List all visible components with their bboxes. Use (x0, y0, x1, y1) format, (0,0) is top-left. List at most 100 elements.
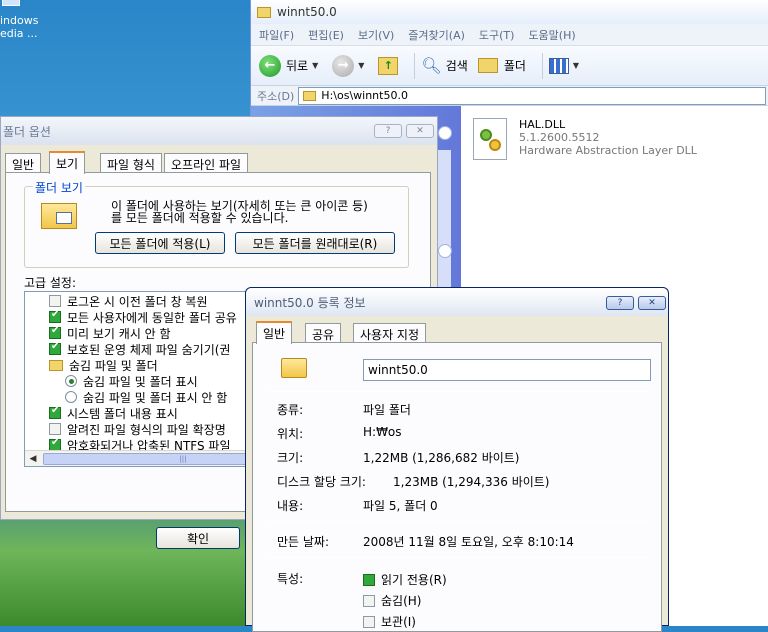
views-button[interactable]: ▼ (548, 57, 583, 74)
location-label: 위치: (277, 427, 304, 441)
folder-name-field[interactable]: winnt50.0 (363, 359, 651, 381)
close-icon[interactable]: ✕ (638, 296, 666, 310)
folder-icon (257, 6, 271, 18)
setting-restore-folders[interactable]: 로그온 시 이전 폴더 창 복원 (49, 293, 263, 309)
scroll-thumb[interactable]: ||| (43, 453, 263, 465)
setting-label: 시스템 폴더 내용 표시 (67, 406, 178, 421)
views-icon (548, 57, 569, 74)
setting-label: 숨김 파일 및 폴더 표시 (83, 374, 198, 389)
setting-shared-folders[interactable]: 모든 사용자에게 동일한 폴더 공유 (49, 309, 263, 325)
tab-view[interactable]: 보기 (49, 151, 86, 174)
contents-label: 내용: (277, 499, 304, 513)
disk-size-label: 디스크 할당 크기: (277, 475, 366, 489)
created-value: 2008년 11월 8일 토요일, 오후 8:10:14 (363, 535, 574, 549)
tab-offline-files[interactable]: 오프라인 파일 (164, 153, 249, 173)
created-label: 만든 날짜: (277, 535, 330, 549)
radio-button[interactable] (65, 375, 77, 387)
menu-tools[interactable]: 도구(T) (479, 27, 515, 43)
menu-edit[interactable]: 편집(E) (308, 27, 344, 43)
horizontal-scrollbar[interactable]: ◀ ||| (25, 450, 263, 466)
archive-label: 보관(I) (381, 615, 416, 629)
radio-button[interactable] (65, 391, 77, 403)
address-label: 주소(D) (257, 89, 295, 103)
address-folder-icon (303, 90, 317, 101)
folder-icon (281, 358, 307, 378)
tab-customize[interactable]: 사용자 지정 (353, 323, 427, 343)
menu-favorites[interactable]: 즐겨찾기(A) (408, 27, 465, 43)
task-pane-expand-icon[interactable] (438, 126, 452, 140)
toolbar-separator (414, 52, 416, 79)
back-dropdown-icon[interactable]: ▼ (312, 61, 318, 70)
setting-hide-extensions[interactable]: 알려진 파일 형식의 파일 확장명 (49, 421, 263, 437)
size-value: 1,22MB (1,286,682 바이트) (363, 451, 520, 465)
explorer-titlebar[interactable]: winnt50.0 (251, 0, 768, 24)
forward-button[interactable]: → ▼ (332, 54, 368, 77)
reset-all-folders-button[interactable]: 모든 폴더를 원래대로(R) (235, 232, 395, 254)
setting-show-system-folder[interactable]: 시스템 폴더 내용 표시 (49, 405, 263, 421)
folders-icon (477, 58, 498, 73)
ok-button[interactable]: 확인 (156, 527, 240, 549)
windows-media-icon (2, 0, 20, 6)
archive-attribute[interactable]: 보관(I) (363, 613, 416, 630)
divider (269, 557, 647, 558)
menu-help[interactable]: 도움말(H) (528, 27, 575, 43)
folder-options-title: 폴더 옵션 (3, 124, 51, 139)
setting-no-thumbnail-cache[interactable]: 미리 보기 캐시 안 함 (49, 325, 263, 341)
checkbox[interactable] (49, 423, 61, 435)
setting-dont-show-hidden[interactable]: 숨김 파일 및 폴더 표시 안 함 (49, 389, 263, 405)
menu-bar: 파일(F) 편집(E) 보기(V) 즐겨찾기(A) 도구(T) 도움말(H) (251, 24, 768, 46)
forward-dropdown-icon[interactable]: ▼ (358, 61, 364, 70)
checkbox[interactable] (49, 341, 61, 355)
properties-title: winnt50.0 등록 정보 (254, 295, 366, 310)
properties-tabs: 일반 공유 사용자 지정 (246, 321, 668, 344)
setting-label: 숨김 파일 및 폴더 (69, 358, 158, 373)
hidden-attribute[interactable]: 숨김(H) (363, 592, 421, 609)
contents-value: 파일 5, 폴더 0 (363, 499, 438, 513)
file-item-hal-dll[interactable]: HAL.DLL 5.1.2600.5512 Hardware Abstracti… (473, 118, 697, 160)
help-icon[interactable]: ? (606, 296, 634, 310)
search-button[interactable]: 🔍︎ 검색 (421, 56, 467, 75)
size-label: 크기: (277, 451, 304, 465)
search-label: 검색 (445, 59, 468, 73)
checkbox[interactable] (49, 309, 61, 323)
tab-general[interactable]: 일반 (256, 321, 293, 344)
setting-hide-protected-os-files[interactable]: 보호된 운영 체제 파일 숨기기(권 (49, 341, 263, 357)
hidden-checkbox[interactable] (363, 594, 375, 607)
tab-file-types[interactable]: 파일 형식 (100, 153, 162, 173)
scroll-left-icon[interactable]: ◀ (25, 451, 41, 467)
up-button[interactable]: ↑ (378, 56, 399, 75)
folder-view-icon (41, 203, 77, 229)
readonly-attribute[interactable]: 읽기 전용(R) (363, 571, 447, 588)
setting-show-hidden[interactable]: 숨김 파일 및 폴더 표시 (49, 373, 263, 389)
tab-sharing[interactable]: 공유 (305, 323, 342, 343)
folders-button[interactable]: 폴더 (477, 57, 526, 74)
checkbox[interactable] (49, 295, 61, 307)
file-description: Hardware Abstraction Layer DLL (519, 144, 697, 157)
checkbox[interactable] (49, 325, 61, 339)
folder-options-titlebar[interactable]: 폴더 옵션 ? ✕ (1, 117, 437, 145)
readonly-checkbox[interactable] (363, 573, 375, 586)
back-button[interactable]: ← 뒤로 ▼ (259, 54, 322, 77)
help-icon[interactable]: ? (374, 124, 402, 138)
dll-gear-icon (473, 118, 507, 160)
file-name: HAL.DLL (519, 118, 566, 131)
menu-file[interactable]: 파일(F) (259, 27, 294, 43)
apply-all-folders-button[interactable]: 모든 폴더에 적용(L) (95, 232, 225, 254)
disk-size-value: 1,23MB (1,294,336 바이트) (393, 475, 550, 489)
menu-view[interactable]: 보기(V) (358, 27, 394, 43)
general-tab-panel: winnt50.0 종류: 파일 폴더 위치: H:₩os 크기: 1,22MB… (252, 342, 662, 632)
tab-general[interactable]: 일반 (5, 153, 42, 173)
checkbox[interactable] (49, 405, 61, 419)
explorer-title: winnt50.0 (277, 5, 337, 19)
properties-titlebar[interactable]: winnt50.0 등록 정보 ? ✕ (246, 288, 668, 316)
setting-label: 숨김 파일 및 폴더 표시 안 함 (83, 390, 228, 405)
desktop-icon-windows-media[interactable]: indows edia ... (0, 0, 60, 40)
readonly-label: 읽기 전용(R) (381, 573, 447, 587)
toolbar-separator-2 (541, 52, 543, 79)
address-input[interactable]: H:\os\winnt50.0 (298, 86, 766, 105)
task-pane-expand-icon-2[interactable] (438, 244, 452, 258)
type-value: 파일 폴더 (363, 403, 411, 417)
close-icon[interactable]: ✕ (406, 124, 434, 138)
folder-icon (49, 359, 63, 371)
folder-view-text-2: 를 모든 폴더에 적용할 수 있습니다. (111, 211, 289, 225)
